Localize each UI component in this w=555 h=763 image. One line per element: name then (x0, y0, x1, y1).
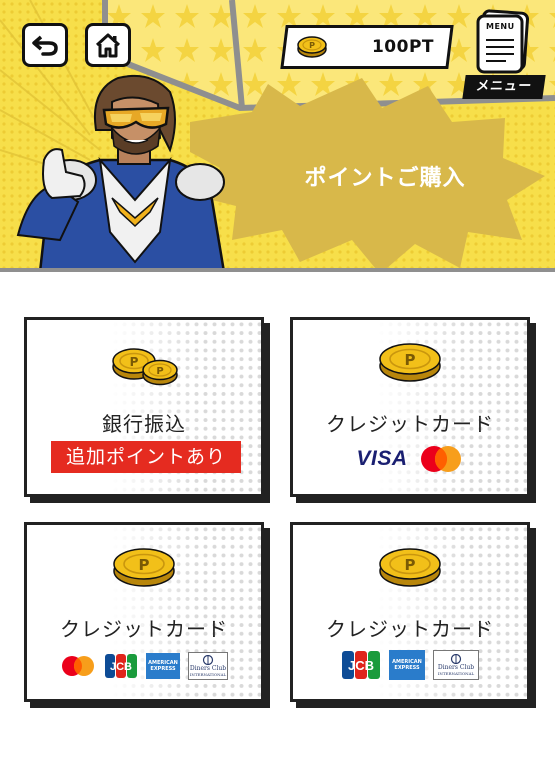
svg-text:JCB: JCB (110, 661, 132, 673)
svg-text:P: P (130, 355, 139, 369)
header-banner: P 100PT MENU メニュー ポイントご購入 (0, 0, 555, 272)
coin-icon: P (379, 343, 441, 382)
menu-paper-text: MENU (486, 22, 515, 31)
diners-symbol-icon (202, 655, 214, 665)
diners-club-logo: Diners Club INTERNATIONAL (188, 652, 228, 680)
svg-text:P: P (156, 366, 163, 377)
svg-text:P: P (139, 556, 150, 574)
payment-card-credit-jcb-amex[interactable]: P クレジットカード JCB AMERICAN EXPRESS Diners Cl… (290, 522, 530, 702)
menu-paper-icon (476, 9, 529, 74)
page-title: ポイントご購入 (304, 166, 466, 191)
coin-icon: P (113, 548, 175, 587)
points-balance: P 100PT (280, 25, 454, 69)
payment-card-credit-visa-master[interactable]: P クレジットカード VISA (290, 317, 530, 497)
mastercard-logo (420, 446, 461, 472)
home-button[interactable] (85, 23, 131, 67)
visa-logo: VISA (356, 447, 408, 470)
diners-club-logo: Diners Club INTERNATIONAL (433, 650, 479, 680)
jcb-logo: JCB (342, 651, 380, 679)
amex-logo: AMERICAN EXPRESS (146, 653, 180, 679)
card-title: クレジットカード (326, 412, 494, 436)
card-title: クレジットカード (326, 617, 494, 641)
mastercard-logo (62, 656, 94, 676)
menu-button[interactable]: MENU メニュー (462, 8, 546, 102)
two-coins-icon: P P (112, 348, 178, 386)
svg-text:JCB: JCB (348, 658, 374, 673)
back-button[interactable] (22, 23, 68, 67)
payment-card-bank-transfer[interactable]: P P 銀行振込 追加ポイントあり (24, 317, 264, 497)
diners-symbol-icon (450, 654, 462, 664)
menu-label: メニュー (462, 75, 546, 99)
coin-icon: P (379, 548, 441, 587)
points-value: 100PT (371, 37, 434, 57)
card-title: 銀行振込 (102, 412, 186, 436)
back-arrow-icon (32, 35, 58, 56)
card-title: クレジットカード (60, 617, 228, 641)
svg-text:P: P (309, 41, 315, 50)
jcb-logo: JCB (105, 654, 137, 678)
svg-text:P: P (405, 351, 416, 369)
amex-logo: AMERICAN EXPRESS (389, 650, 425, 680)
coin-icon: P (297, 36, 327, 58)
bonus-points-badge: 追加ポイントあり (51, 441, 241, 473)
svg-text:P: P (405, 556, 416, 574)
payment-card-credit-master-jcb[interactable]: P クレジットカード JCB AMERICAN EXPRESS Diners Cl… (24, 522, 264, 702)
home-icon (95, 33, 121, 58)
